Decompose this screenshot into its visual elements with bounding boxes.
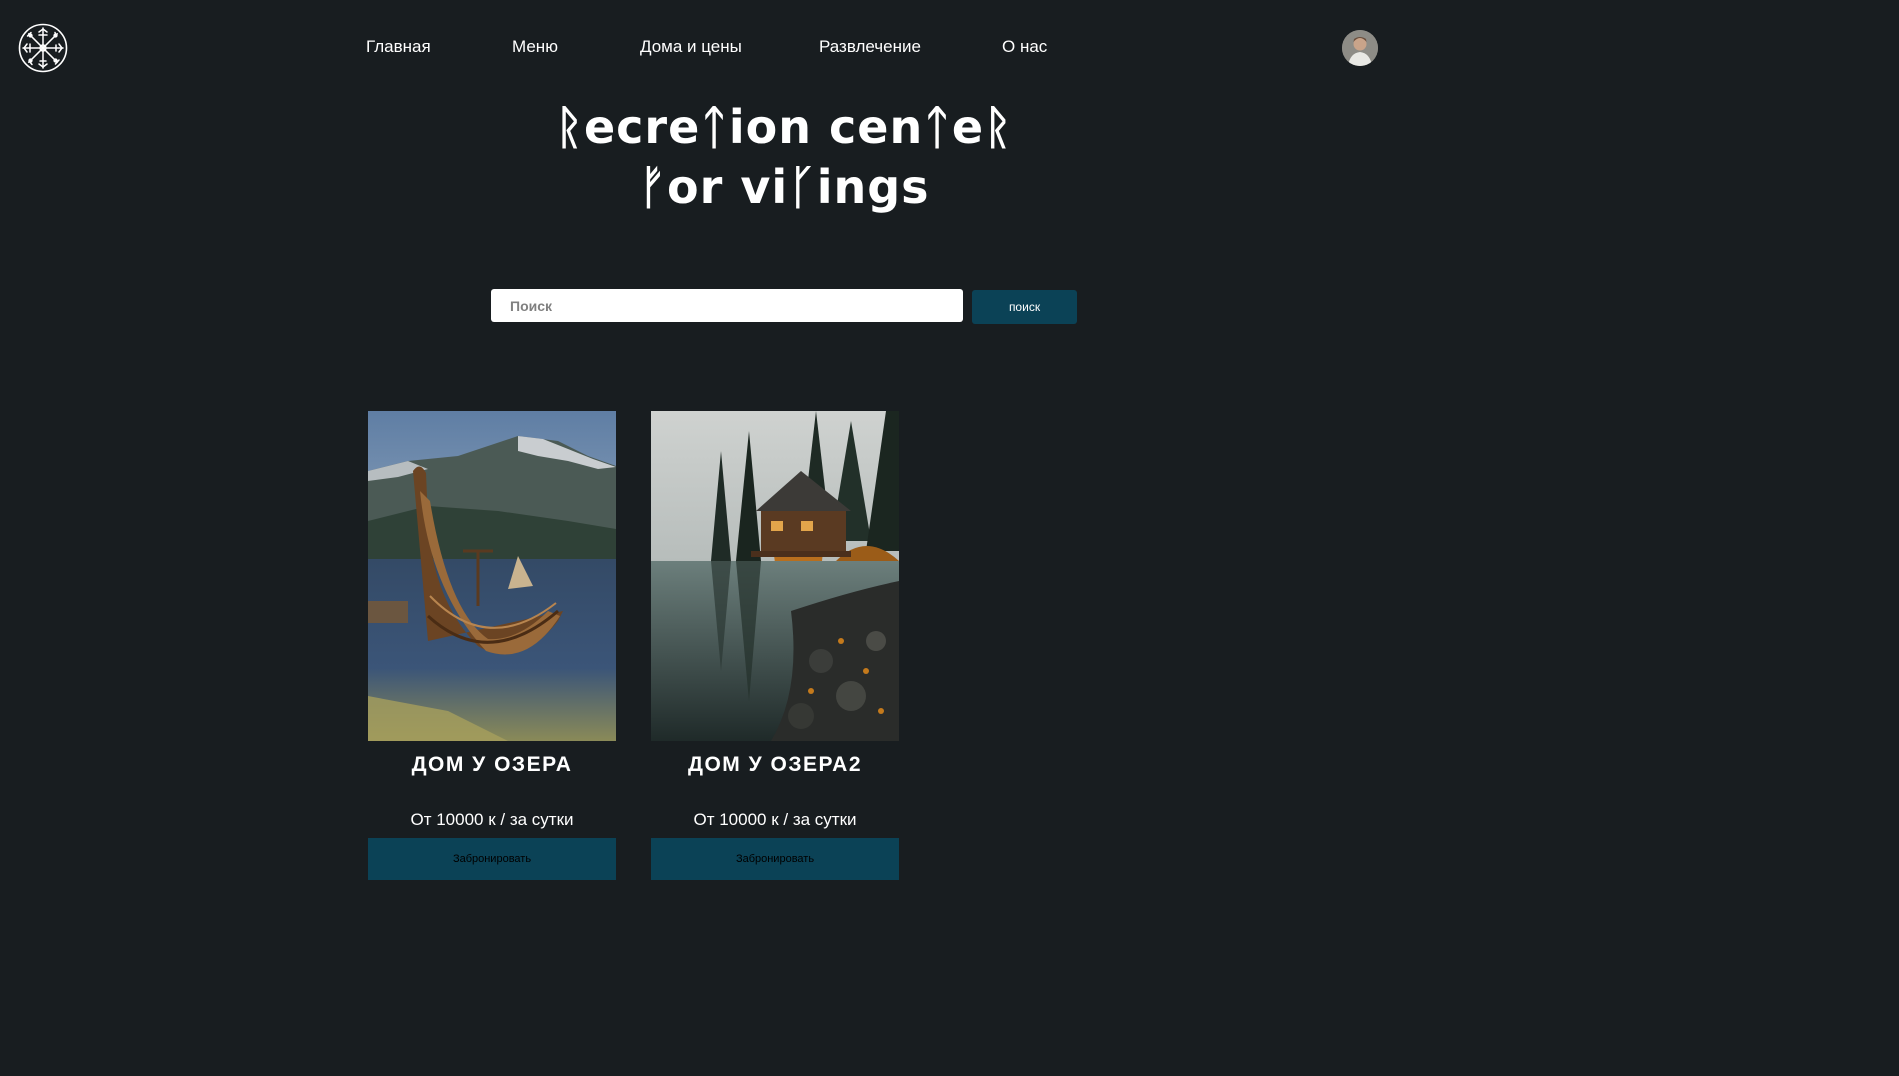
page: Главная Меню Дома и цены Развлечение О н… (0, 0, 1568, 888)
card-price: От 10000 к / за сутки (693, 810, 857, 829)
main-nav: Главная Меню Дома и цены Развлечение О н… (0, 37, 1568, 61)
nav-item-about[interactable]: О нас (1002, 37, 1047, 57)
nav-item-entertainment[interactable]: Развлечение (819, 37, 921, 57)
search-button[interactable]: поиск (972, 290, 1077, 324)
avatar-photo-icon (1342, 30, 1378, 66)
book-button[interactable]: Забронировать (651, 838, 899, 880)
viking-longship-image (368, 411, 616, 741)
nav-item-menu[interactable]: Меню (512, 37, 558, 57)
page-title-line-1: ᚱecreᛏion cenᛏeᚱ (555, 100, 1013, 154)
nav-item-home[interactable]: Главная (366, 37, 431, 57)
card-price: От 10000 к / за сутки (410, 810, 574, 829)
card-title: ДОМ У ОЗЕРА (411, 753, 573, 776)
card-title: ДОМ У ОЗЕРА2 (687, 753, 863, 776)
house-card: ДОМ У ОЗЕРА2 От 10000 к / за сутки Забро… (651, 411, 899, 881)
page-title: ᚱecreᛏion cenᛏeᚱ ᚠor viᚴings (0, 97, 1568, 217)
user-avatar[interactable] (1342, 30, 1378, 66)
book-button[interactable]: Забронировать (368, 838, 616, 880)
page-title-line-2: ᚠor viᚴings (638, 160, 930, 214)
nav-item-houses-prices[interactable]: Дома и цены (640, 37, 742, 57)
search-input[interactable] (491, 289, 963, 322)
lake-cabin-image (651, 411, 899, 741)
house-card: ДОМ У ОЗЕРА От 10000 к / за сутки Заброн… (368, 411, 616, 881)
